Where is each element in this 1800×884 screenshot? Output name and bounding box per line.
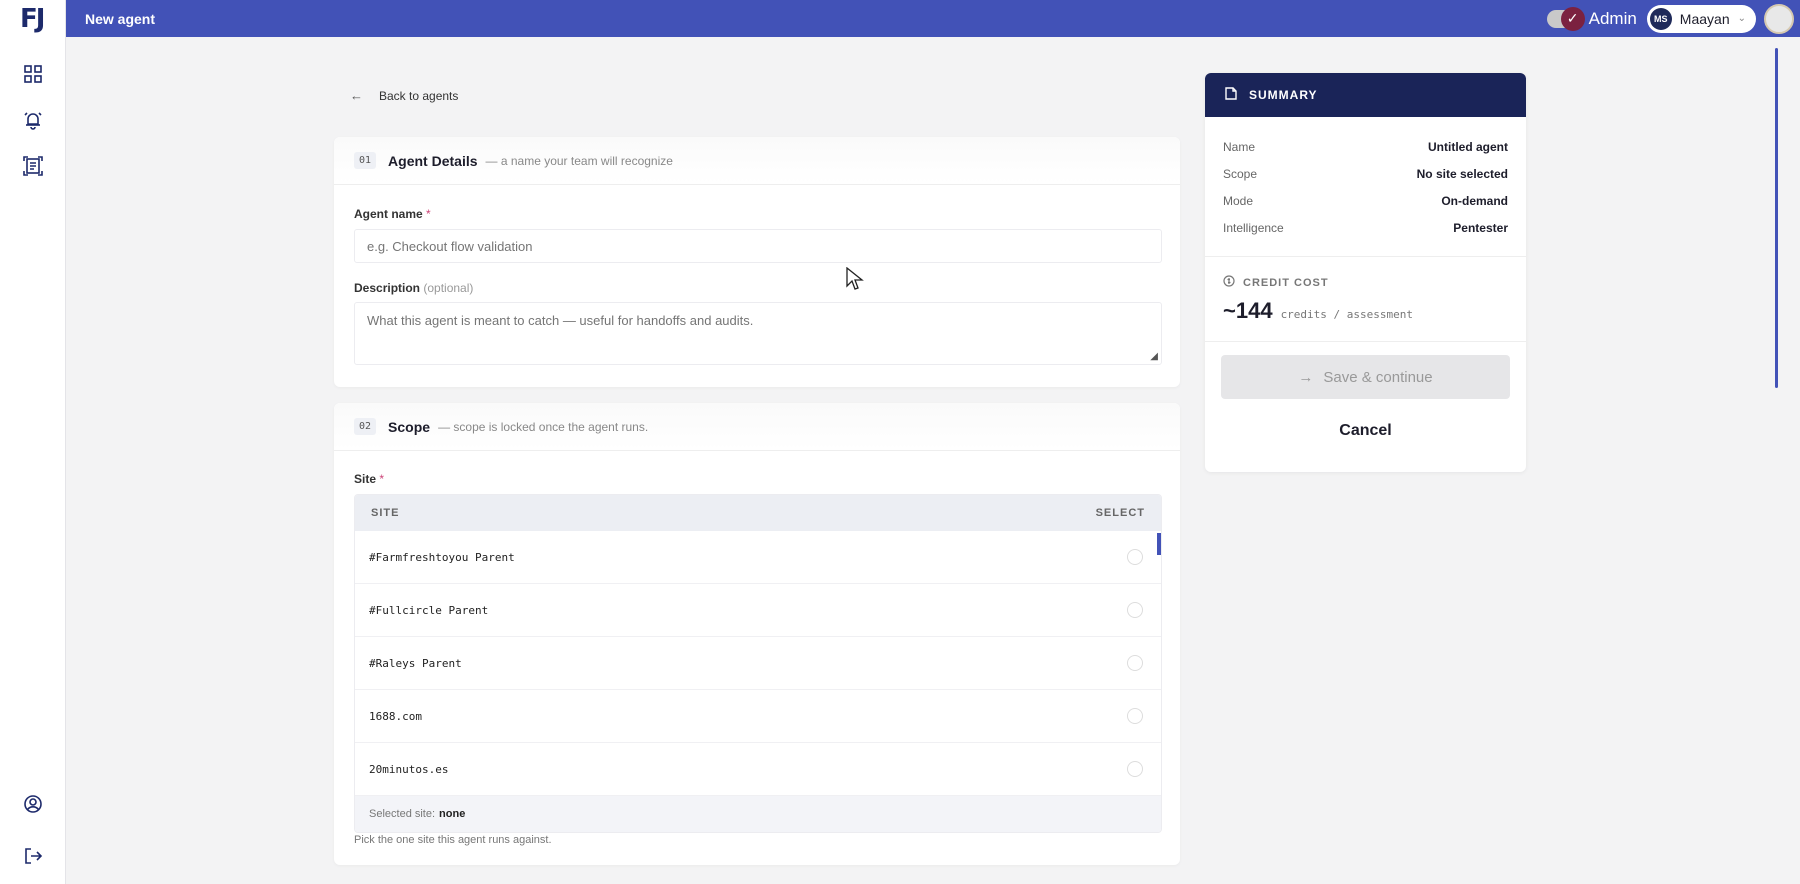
credit-unit: credits / assessment (1280, 308, 1414, 321)
summary-key: Mode (1223, 194, 1254, 208)
divider (1205, 341, 1526, 342)
description-textarea[interactable] (354, 302, 1162, 365)
credit-cost-value: ~144 credits / assessment (1223, 298, 1413, 324)
required-mark: * (426, 207, 431, 221)
page-title: New agent (85, 10, 156, 27)
column-header-select: SELECT (1095, 507, 1145, 519)
site-radio[interactable] (1127, 761, 1143, 777)
report-scan-icon[interactable] (21, 154, 45, 178)
section-title: Scope (388, 418, 431, 435)
required-mark: * (379, 472, 385, 486)
credit-cost-label-text: CREDIT COST (1243, 276, 1329, 289)
back-to-agents-link[interactable]: ← Back to agents (350, 88, 458, 103)
optional-mark: (optional) (423, 281, 474, 295)
section-number: 02 (354, 418, 377, 435)
summary-row-intelligence: Intelligence Pentester (1223, 221, 1508, 235)
site-radio[interactable] (1127, 708, 1143, 724)
selected-site-status: Selected site: none (355, 796, 1161, 832)
document-icon (1225, 87, 1237, 103)
selected-site-label: Selected site: (369, 808, 436, 820)
sidebar: FJ (0, 0, 66, 884)
admin-toggle[interactable]: ✓ (1546, 6, 1585, 31)
section-hint: — a name your team will recognize (485, 153, 673, 168)
summary-row-scope: Scope No site selected (1223, 167, 1508, 181)
profile-avatar[interactable] (1764, 3, 1794, 34)
logout-icon[interactable] (21, 844, 45, 868)
column-header-site: SITE (371, 507, 400, 519)
site-name: 1688.com (369, 709, 422, 723)
save-button-label: Save & continue (1323, 368, 1433, 386)
table-row[interactable]: 1688.com (355, 690, 1161, 743)
site-radio[interactable] (1127, 602, 1143, 618)
table-row[interactable]: #Fullcircle Parent (355, 584, 1161, 637)
chevron-down-icon: ⌄ (1737, 13, 1746, 24)
description-label: Description (optional) (354, 281, 473, 295)
agent-name-input[interactable] (354, 229, 1162, 263)
credit-amount: ~144 (1223, 298, 1273, 323)
mouse-cursor-icon (846, 266, 864, 297)
summary-panel: SUMMARY Name Untitled agent Scope No sit… (1205, 73, 1526, 472)
table-scrollbar[interactable] (1157, 533, 1161, 555)
user-name: Maayan (1679, 10, 1730, 27)
section-title: Agent Details (388, 152, 478, 169)
summary-key: Scope (1223, 167, 1258, 181)
coin-icon (1223, 275, 1235, 290)
table-row[interactable]: #Raleys Parent (355, 637, 1161, 690)
summary-row-mode: Mode On-demand (1223, 194, 1508, 208)
summary-value: No site selected (1416, 167, 1508, 181)
site-help-text: Pick the one site this agent runs agains… (354, 834, 552, 846)
agent-name-label: Agent name * (354, 207, 431, 221)
summary-header: SUMMARY (1205, 73, 1526, 117)
avatar: MS (1649, 7, 1672, 30)
site-label: Site * (354, 472, 384, 486)
summary-key: Intelligence (1223, 221, 1284, 235)
agent-name-label-text: Agent name (354, 207, 423, 221)
resize-handle-icon[interactable]: ◢ (1150, 351, 1158, 362)
summary-value: Untitled agent (1428, 140, 1508, 154)
table-row[interactable]: 20minutos.es (355, 743, 1161, 796)
alarm-bell-icon[interactable] (21, 108, 45, 132)
summary-key: Name (1223, 140, 1256, 154)
arrow-right-icon: → (1298, 368, 1314, 386)
site-name: #Raleys Parent (369, 656, 462, 670)
divider (1205, 256, 1526, 257)
site-name: #Fullcircle Parent (369, 603, 489, 617)
app-logo[interactable]: FJ (20, 4, 45, 34)
description-field: ◢ (354, 302, 1162, 365)
site-label-text: Site (354, 472, 377, 486)
account-icon[interactable] (21, 792, 45, 816)
description-label-text: Description (354, 281, 421, 295)
cancel-button[interactable]: Cancel (1221, 411, 1510, 451)
site-table: SITE SELECT #Farmfreshtoyou Parent #Full… (354, 494, 1162, 833)
selected-site-value: none (439, 808, 466, 820)
site-table-header: SITE SELECT (355, 495, 1161, 531)
summary-value: On-demand (1441, 194, 1508, 208)
admin-label: Admin (1588, 8, 1637, 28)
back-link-label: Back to agents (379, 88, 459, 103)
credit-cost-label: CREDIT COST (1223, 275, 1329, 290)
site-name: 20minutos.es (369, 762, 449, 776)
summary-title: SUMMARY (1249, 88, 1318, 102)
summary-row-name: Name Untitled agent (1223, 140, 1508, 154)
table-row[interactable]: #Farmfreshtoyou Parent (355, 531, 1161, 584)
check-icon: ✓ (1560, 6, 1585, 31)
arrow-left-icon: ← (350, 88, 363, 103)
site-radio[interactable] (1127, 655, 1143, 671)
user-menu-button[interactable]: MS Maayan ⌄ (1646, 4, 1756, 33)
save-continue-button[interactable]: → Save & continue (1221, 355, 1510, 399)
summary-value: Pentester (1453, 221, 1508, 235)
dashboard-icon[interactable] (21, 62, 45, 86)
site-radio[interactable] (1127, 549, 1143, 565)
page-scrollbar[interactable] (1775, 48, 1778, 388)
site-name: #Farmfreshtoyou Parent (369, 550, 515, 564)
section-number: 01 (354, 152, 377, 169)
section-hint: — scope is locked once the agent runs. (438, 419, 649, 434)
top-bar: New agent ✓ Admin MS Maayan ⌄ (66, 0, 1800, 37)
